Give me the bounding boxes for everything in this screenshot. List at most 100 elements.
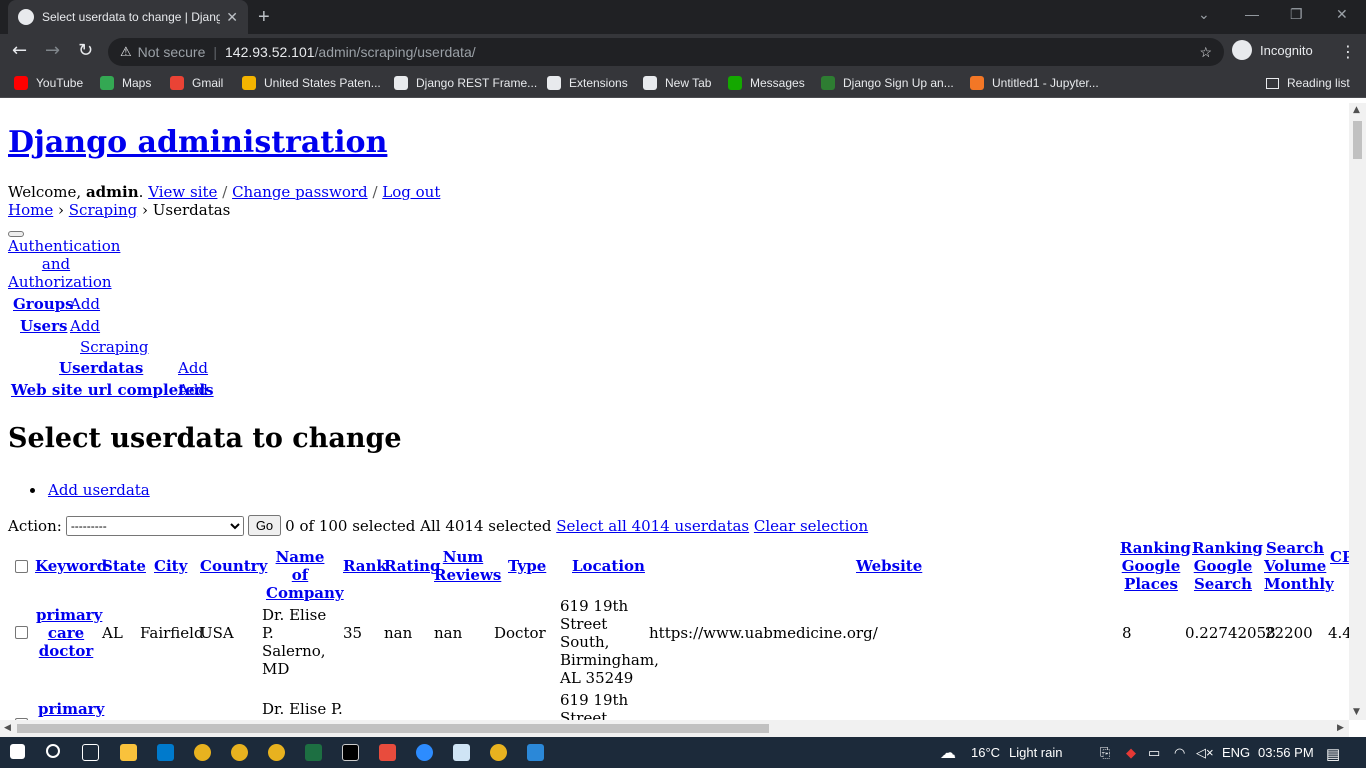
col-country[interactable]: Country — [200, 557, 267, 575]
row-keyword-link[interactable]: primary — [38, 700, 104, 718]
col-ranking-search[interactable]: Ranking Google Search — [1192, 539, 1263, 593]
scroll-left-icon[interactable]: ◀ — [4, 723, 11, 733]
site-name-link[interactable]: Django administration — [8, 125, 387, 160]
add-userdata-link[interactable]: Add userdata — [48, 481, 150, 499]
paint-icon[interactable] — [527, 744, 544, 761]
notepad-icon[interactable] — [453, 744, 470, 761]
bookmark-maps[interactable]: Maps — [100, 76, 151, 90]
col-location[interactable]: Location — [572, 557, 645, 575]
col-num-reviews[interactable]: Num Reviews — [434, 548, 501, 584]
forward-icon[interactable]: → — [45, 40, 60, 61]
groups-add-link[interactable]: Add — [70, 295, 100, 313]
bookmark-jupyter[interactable]: Untitled1 - Jupyter... — [970, 76, 1099, 90]
language-indicator[interactable]: ENG — [1222, 745, 1250, 760]
chevron-down-icon[interactable]: ⌄ — [1198, 6, 1210, 23]
battery-icon[interactable]: ▭ — [1148, 745, 1160, 761]
address-bar[interactable]: ⚠ Not secure | 142.93.52.101 /admin/scra… — [108, 38, 1224, 66]
website-urls-add-link[interactable]: Add — [178, 381, 208, 399]
breadcrumb-scraping[interactable]: Scraping — [69, 201, 137, 219]
reload-icon[interactable]: ↻ — [78, 40, 93, 61]
close-icon[interactable]: ✕ — [226, 9, 238, 26]
vscode-icon[interactable] — [157, 744, 174, 761]
col-rating[interactable]: Rating — [384, 557, 441, 575]
weather-temp[interactable]: 16°C — [971, 745, 1000, 760]
bookmark-star-icon[interactable]: ☆ — [1199, 44, 1212, 61]
scroll-down-icon[interactable]: ▼ — [1353, 707, 1360, 717]
col-ranking-places[interactable]: Ranking Google Places — [1120, 539, 1191, 593]
scroll-right-icon[interactable]: ▶ — [1337, 723, 1344, 733]
clear-selection-link[interactable]: Clear selection — [754, 517, 868, 535]
select-all-link[interactable]: Select all 4014 userdatas — [556, 517, 749, 535]
more-menu-icon[interactable]: ⋮ — [1340, 42, 1356, 61]
clock[interactable]: 03:56 PM — [1258, 745, 1314, 760]
volume-icon[interactable]: ◁× — [1196, 745, 1214, 761]
scroll-thumb[interactable] — [1353, 121, 1362, 159]
go-button[interactable]: Go — [247, 515, 282, 536]
view-site-link[interactable]: View site — [148, 183, 217, 201]
app-auth-link[interactable]: Authentication and Authorization — [8, 237, 120, 291]
col-city[interactable]: City — [154, 557, 187, 575]
task-view-icon[interactable] — [82, 744, 99, 761]
bookmark-extensions[interactable]: Extensions — [547, 76, 628, 90]
change-password-link[interactable]: Change password — [232, 183, 368, 201]
back-icon[interactable]: ← — [12, 40, 27, 61]
col-rank[interactable]: Rank — [343, 557, 387, 575]
browser-tab[interactable]: Select userdata to change | Django ✕ — [8, 0, 248, 34]
bookmark-gmail[interactable]: Gmail — [170, 76, 223, 90]
chrome-icon[interactable] — [268, 744, 285, 761]
terminal-icon[interactable] — [342, 744, 359, 761]
scroll-thumb[interactable] — [17, 724, 769, 733]
chrome-icon[interactable] — [490, 744, 507, 761]
scroll-up-icon[interactable]: ▲ — [1353, 105, 1360, 115]
file-explorer-icon[interactable] — [120, 744, 137, 761]
bookmark-django-rest[interactable]: Django REST Frame... — [394, 76, 537, 90]
chrome-icon[interactable] — [194, 744, 211, 761]
col-keyword[interactable]: Keyword — [35, 557, 107, 575]
col-company[interactable]: Name of Company — [266, 548, 344, 602]
breadcrumb-home[interactable]: Home — [8, 201, 53, 219]
security-icon[interactable]: ◆ — [1126, 745, 1136, 761]
log-out-link[interactable]: Log out — [382, 183, 440, 201]
row-checkbox[interactable] — [15, 626, 28, 639]
model-users-link[interactable]: Users — [20, 317, 67, 335]
users-add-link[interactable]: Add — [70, 317, 100, 335]
model-groups-link[interactable]: Groups — [13, 295, 74, 313]
weather-text[interactable]: Light rain — [1009, 745, 1062, 760]
model-userdatas-link[interactable]: Userdatas — [59, 359, 143, 377]
reading-list[interactable]: Reading list — [1266, 76, 1350, 90]
vertical-scrollbar[interactable]: ▲ ▼ — [1349, 103, 1366, 720]
bookmark-youtube[interactable]: YouTube — [14, 76, 83, 90]
bookmark-us-patents[interactable]: United States Paten... — [242, 76, 381, 90]
col-state[interactable]: State — [102, 557, 146, 575]
new-tab-button[interactable]: + — [258, 6, 270, 29]
windows-start-icon[interactable] — [10, 744, 25, 759]
meet-now-icon[interactable]: ⎘ — [1100, 745, 1110, 761]
app-scraping-link[interactable]: Scraping — [80, 338, 148, 356]
row-keyword-link[interactable]: primary care doctor — [36, 606, 102, 660]
action-select[interactable]: --------- — [65, 515, 244, 536]
userdatas-add-link[interactable]: Add — [178, 359, 208, 377]
search-icon[interactable] — [46, 744, 60, 758]
bookmark-messages[interactable]: Messages — [728, 76, 805, 90]
incognito-badge[interactable]: Incognito — [1232, 40, 1313, 60]
chrome-icon[interactable] — [231, 744, 248, 761]
col-search-volume[interactable]: Search Volume Monthly — [1264, 539, 1334, 593]
excel-icon[interactable] — [305, 744, 322, 761]
minimize-icon[interactable]: — — [1245, 6, 1259, 22]
col-type[interactable]: Type — [508, 557, 546, 575]
col-website[interactable]: Website — [856, 557, 922, 575]
app-icon[interactable] — [379, 744, 396, 761]
not-secure-label[interactable]: Not secure — [138, 44, 206, 60]
col-cpc[interactable]: CP... — [1330, 548, 1349, 566]
warning-icon[interactable]: ⚠ — [120, 44, 132, 60]
close-window-icon[interactable]: ✕ — [1336, 6, 1348, 23]
weather-icon[interactable]: ☁ — [940, 743, 956, 763]
teamviewer-icon[interactable] — [416, 744, 433, 761]
bookmark-new-tab[interactable]: New Tab — [643, 76, 711, 90]
horizontal-scrollbar[interactable]: ◀ ▶ — [0, 720, 1349, 737]
select-all-checkbox[interactable] — [15, 560, 28, 573]
bookmark-django-signup[interactable]: Django Sign Up an... — [821, 76, 954, 90]
restore-icon[interactable]: ❐ — [1290, 6, 1303, 23]
notification-icon[interactable]: ▤ — [1326, 745, 1340, 763]
wifi-icon[interactable]: ◠ — [1174, 745, 1185, 761]
